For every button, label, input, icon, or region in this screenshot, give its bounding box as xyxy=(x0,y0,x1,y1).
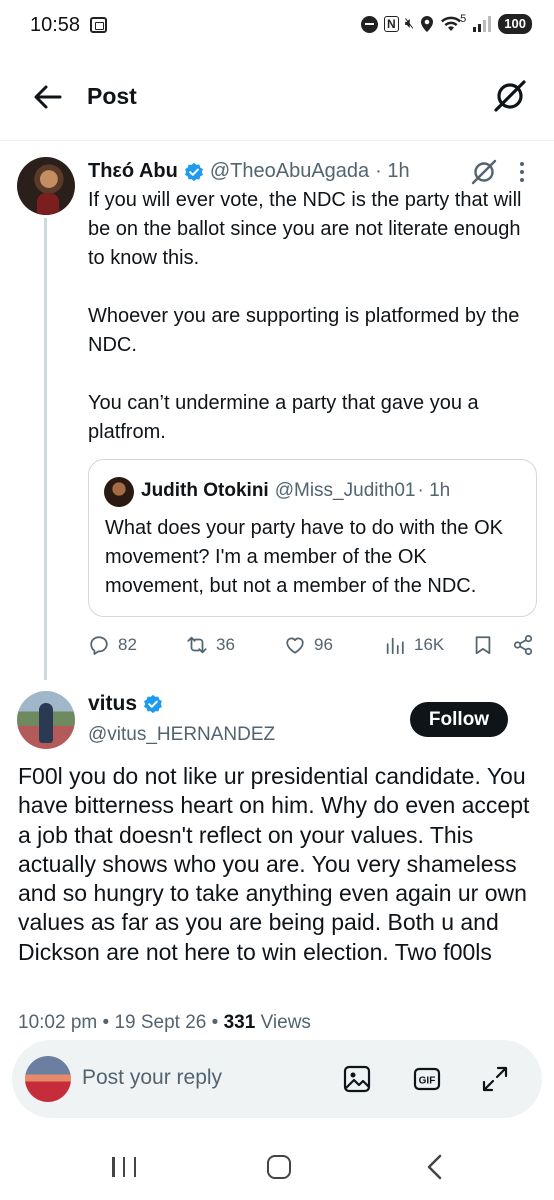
svg-text:GIF: GIF xyxy=(419,1076,436,1087)
nfc-icon: N xyxy=(384,16,399,32)
current-user-avatar xyxy=(25,1056,71,1102)
grok-icon[interactable] xyxy=(492,78,528,114)
top-app-bar: Post xyxy=(0,62,554,132)
tweet-body: If you will ever vote, the NDC is the pa… xyxy=(88,186,538,447)
quoted-tweet-text: What does your party have to do with the… xyxy=(105,517,503,597)
battery-indicator: 100 xyxy=(498,14,532,34)
quoted-author-name: Judith Otokini xyxy=(141,480,269,501)
reply-header: vitus xyxy=(88,692,163,716)
reply-author-name[interactable]: vitus xyxy=(88,692,137,716)
expand-icon[interactable] xyxy=(480,1064,510,1094)
meta-separator: • xyxy=(211,1012,224,1033)
grok-icon[interactable] xyxy=(470,158,498,186)
reply-composer[interactable]: Post your reply GIF xyxy=(12,1040,542,1118)
quoted-tweet-header: Judith Otokini @Miss_Judith01 · 1h xyxy=(141,480,450,502)
more-icon[interactable] xyxy=(512,160,532,184)
image-icon[interactable] xyxy=(342,1064,372,1094)
home-icon[interactable] xyxy=(267,1155,291,1179)
location-icon xyxy=(421,16,434,32)
reply-time: 10:02 pm xyxy=(18,1012,98,1033)
signal-icon xyxy=(473,16,492,32)
like-icon xyxy=(286,637,304,654)
mute-icon: 🔇︎ xyxy=(404,15,415,32)
quoted-author-avatar xyxy=(104,477,134,507)
wifi-icon xyxy=(441,16,462,31)
bookmark-icon[interactable] xyxy=(472,634,494,656)
reply-author-avatar[interactable] xyxy=(17,691,75,749)
network-type: 5 xyxy=(460,13,467,25)
like-count: 96 xyxy=(314,635,333,654)
views-icon xyxy=(386,637,404,655)
back-arrow-icon[interactable] xyxy=(30,80,64,114)
verified-badge-icon xyxy=(184,162,203,181)
follow-button[interactable]: Follow xyxy=(410,702,508,737)
header-divider xyxy=(0,140,554,141)
quoted-tweet-time: · 1h xyxy=(417,480,451,501)
system-back-icon[interactable] xyxy=(424,1153,446,1181)
status-icons: N 🔇︎ 5 100 xyxy=(361,13,532,34)
repost-button[interactable]: 36 xyxy=(186,634,235,656)
quoted-tweet[interactable]: Judith Otokini @Miss_Judith01 · 1h What … xyxy=(88,459,537,617)
author-name[interactable]: Thεó Abu xyxy=(88,160,178,183)
reply-date: 19 Sept 26 xyxy=(114,1012,207,1033)
gif-icon[interactable]: GIF xyxy=(412,1064,442,1094)
status-bar: 10:58 N 🔇︎ 5 100 xyxy=(0,0,554,50)
tweet-paragraph: Whoever you are supporting is platformed… xyxy=(88,305,520,356)
like-button[interactable]: 96 xyxy=(284,634,333,656)
repost-count: 36 xyxy=(216,635,235,654)
meta-separator: • xyxy=(102,1012,115,1033)
repost-icon xyxy=(187,636,207,654)
reply-button[interactable]: 82 xyxy=(88,634,137,656)
verified-badge-icon xyxy=(144,694,163,714)
reply-views-count: 331 xyxy=(223,1012,256,1033)
thread-connector xyxy=(44,218,47,680)
reply-author-handle[interactable]: @vitus_HERNANDEZ xyxy=(88,724,275,746)
author-avatar[interactable] xyxy=(17,157,75,215)
quoted-author-handle: @Miss_Judith01 xyxy=(274,480,416,501)
tweet-paragraph: You can’t undermine a party that gave yo… xyxy=(88,392,479,443)
reply-input[interactable]: Post your reply xyxy=(82,1066,222,1090)
system-nav-bar xyxy=(0,1135,554,1200)
reply-views-label: Views xyxy=(260,1012,311,1033)
tweet-paragraph: If you will ever vote, the NDC is the pa… xyxy=(88,189,522,269)
tweet-header: Thεó Abu @TheoAbuAgada · 1h xyxy=(88,160,410,183)
reply-count: 82 xyxy=(118,635,137,654)
screenshot-icon xyxy=(90,17,107,33)
view-count: 16K xyxy=(414,635,445,654)
views-button[interactable]: 16K xyxy=(384,634,444,656)
reply-metadata: 10:02 pm • 19 Sept 26 • 331 Views xyxy=(18,1012,311,1034)
reply-text: F00l you do not like ur presidential can… xyxy=(18,763,530,965)
status-time: 10:58 xyxy=(30,14,81,36)
do-not-disturb-icon xyxy=(361,15,379,33)
tweet-actions: 82 36 96 16K xyxy=(88,630,538,662)
recents-icon[interactable] xyxy=(112,1157,136,1177)
page-title: Post xyxy=(87,83,137,109)
author-handle[interactable]: @TheoAbuAgada xyxy=(210,160,369,183)
share-icon[interactable] xyxy=(512,634,534,656)
tweet-time: · 1h xyxy=(375,160,410,182)
reply-icon xyxy=(90,636,108,655)
